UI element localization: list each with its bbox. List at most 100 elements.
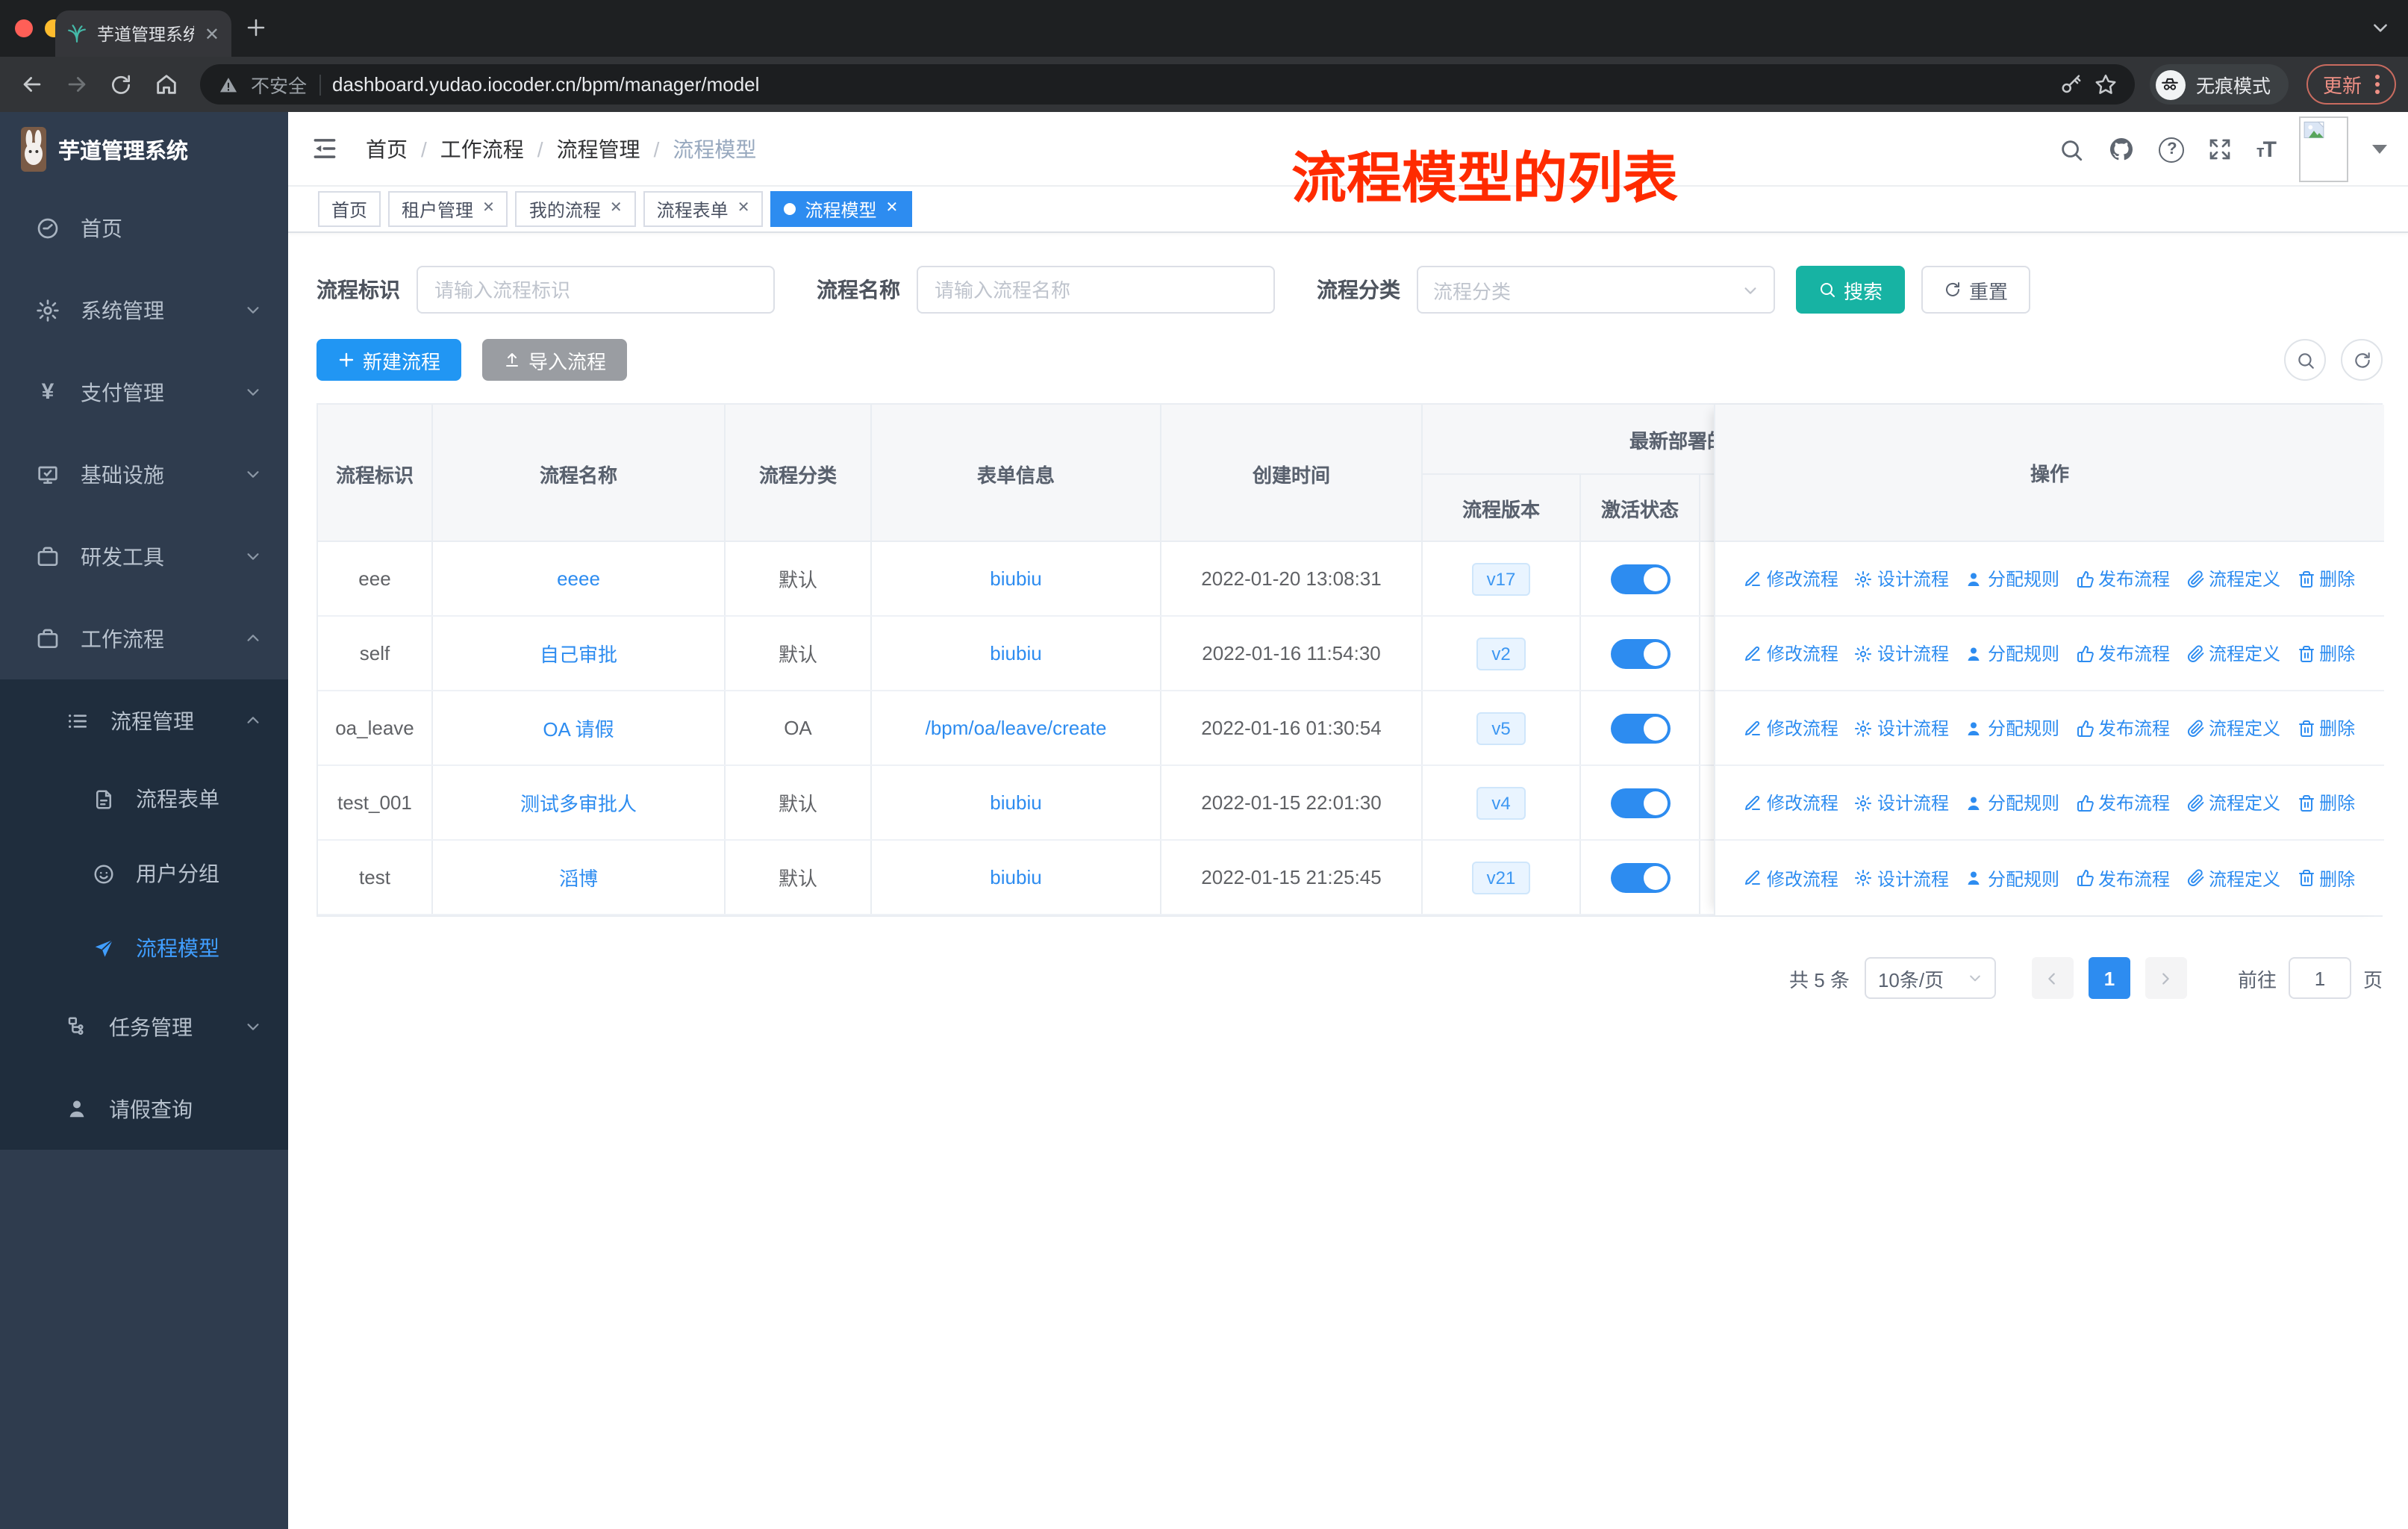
publish-process-link[interactable]: 发布流程 (2076, 865, 2170, 891)
tab-close-icon[interactable]: ✕ (205, 25, 219, 43)
process-definition-link[interactable]: 流程定义 (2186, 865, 2280, 891)
form-info-link[interactable]: biubiu (990, 791, 1041, 814)
sidebar-item-leave-query[interactable]: 请假查询 (0, 1068, 288, 1150)
tag-close-icon[interactable]: ✕ (737, 201, 750, 217)
bookmark-star-icon[interactable] (2094, 73, 2117, 96)
tabstrip-chevron-down-icon[interactable] (2371, 18, 2390, 37)
form-info-link[interactable]: biubiu (990, 642, 1041, 664)
prev-page-button[interactable] (2031, 957, 2074, 999)
edit-process-link[interactable]: 修改流程 (1744, 566, 1838, 591)
active-toggle[interactable] (1610, 564, 1670, 594)
publish-process-link[interactable]: 发布流程 (2076, 715, 2170, 741)
refresh-table-button[interactable] (2341, 339, 2383, 381)
breadcrumb-workflow[interactable]: 工作流程 (440, 134, 524, 164)
process-name-link[interactable]: 自己审批 (540, 639, 617, 667)
home-icon[interactable] (146, 65, 185, 104)
url-bar[interactable]: 不安全 dashboard.yudao.iocoder.cn/bpm/manag… (200, 64, 2135, 105)
tag-my-process[interactable]: 我的流程 ✕ (515, 191, 636, 227)
back-icon[interactable] (12, 65, 51, 104)
version-badge[interactable]: v17 (1471, 562, 1531, 595)
page-size-select[interactable]: 10条/页 (1864, 957, 1996, 999)
browser-tab[interactable]: 芋道管理系统 ✕ (55, 10, 231, 57)
active-toggle[interactable] (1610, 638, 1670, 668)
form-info-link[interactable]: biubiu (990, 567, 1041, 590)
search-icon[interactable] (2059, 137, 2085, 162)
update-button[interactable]: 更新 (2306, 64, 2396, 105)
version-badge[interactable]: v21 (1471, 861, 1531, 894)
form-info-link[interactable]: /bpm/oa/leave/create (926, 717, 1107, 739)
breadcrumb-process-mgmt[interactable]: 流程管理 (557, 134, 640, 164)
edit-process-link[interactable]: 修改流程 (1744, 865, 1838, 891)
sidebar-item-system[interactable]: 系统管理 (0, 269, 288, 351)
tag-close-icon[interactable]: ✕ (482, 201, 495, 217)
sidebar-item-task-mgmt[interactable]: 任务管理 (0, 985, 288, 1068)
active-toggle[interactable] (1610, 862, 1670, 892)
assign-rule-link[interactable]: 分配规则 (1965, 641, 2059, 666)
design-process-link[interactable]: 设计流程 (1855, 715, 1949, 741)
new-tab-button[interactable] (245, 16, 267, 39)
process-name-link[interactable]: eeee (557, 567, 600, 590)
font-size-icon[interactable]: тT (2256, 137, 2277, 162)
forward-icon[interactable] (57, 65, 96, 104)
process-name-link[interactable]: 测试多审批人 (520, 788, 637, 817)
avatar[interactable] (2299, 116, 2348, 182)
delete-process-link[interactable]: 删除 (2297, 790, 2355, 815)
sidebar-item-infra[interactable]: 基础设施 (0, 433, 288, 515)
design-process-link[interactable]: 设计流程 (1855, 641, 1949, 666)
breadcrumb-home[interactable]: 首页 (366, 134, 408, 164)
process-definition-link[interactable]: 流程定义 (2186, 715, 2280, 741)
active-toggle[interactable] (1610, 713, 1670, 743)
tag-close-icon[interactable]: ✕ (886, 201, 899, 217)
tag-tenant-mgmt[interactable]: 租户管理 ✕ (388, 191, 508, 227)
category-select[interactable]: 流程分类 (1417, 266, 1775, 314)
form-info-link[interactable]: biubiu (990, 866, 1041, 888)
fullscreen-icon[interactable] (2209, 137, 2233, 161)
edit-process-link[interactable]: 修改流程 (1744, 641, 1838, 666)
tag-process-model[interactable]: 流程模型 ✕ (770, 191, 912, 227)
design-process-link[interactable]: 设计流程 (1855, 865, 1949, 891)
browser-menu-dots-icon[interactable] (2375, 75, 2380, 94)
edit-process-link[interactable]: 修改流程 (1744, 715, 1838, 741)
process-definition-link[interactable]: 流程定义 (2186, 566, 2280, 591)
delete-process-link[interactable]: 删除 (2297, 715, 2355, 741)
import-process-button[interactable]: 导入流程 (482, 339, 628, 381)
active-toggle[interactable] (1610, 788, 1670, 818)
process-definition-link[interactable]: 流程定义 (2186, 790, 2280, 815)
design-process-link[interactable]: 设计流程 (1855, 566, 1949, 591)
collapse-sidebar-icon[interactable] (308, 132, 340, 165)
delete-process-link[interactable]: 删除 (2297, 566, 2355, 591)
sidebar-item-process-mgmt[interactable]: 流程管理 (0, 679, 288, 762)
sidebar-item-process-form[interactable]: 流程表单 (0, 762, 288, 836)
assign-rule-link[interactable]: 分配规则 (1965, 865, 2059, 891)
edit-process-link[interactable]: 修改流程 (1744, 790, 1838, 815)
hide-search-button[interactable] (2284, 339, 2326, 381)
process-name-input[interactable] (917, 266, 1275, 314)
assign-rule-link[interactable]: 分配规则 (1965, 566, 2059, 591)
tag-home[interactable]: 首页 (318, 191, 381, 227)
tag-process-form[interactable]: 流程表单 ✕ (643, 191, 764, 227)
delete-process-link[interactable]: 删除 (2297, 641, 2355, 666)
version-badge[interactable]: v2 (1476, 637, 1526, 670)
sidebar-item-user-group[interactable]: 用户分组 (0, 836, 288, 911)
sidebar-item-payment[interactable]: ¥ 支付管理 (0, 351, 288, 433)
assign-rule-link[interactable]: 分配规则 (1965, 790, 2059, 815)
sidebar-item-devtools[interactable]: 研发工具 (0, 515, 288, 597)
process-definition-link[interactable]: 流程定义 (2186, 641, 2280, 666)
publish-process-link[interactable]: 发布流程 (2076, 566, 2170, 591)
assign-rule-link[interactable]: 分配规则 (1965, 715, 2059, 741)
design-process-link[interactable]: 设计流程 (1855, 790, 1949, 815)
version-badge[interactable]: v5 (1476, 711, 1526, 744)
search-button[interactable]: 搜索 (1796, 266, 1906, 314)
sidebar-item-workflow[interactable]: 工作流程 (0, 597, 288, 679)
process-name-link[interactable]: 滔博 (559, 863, 598, 891)
goto-page-input[interactable] (2288, 957, 2351, 999)
delete-process-link[interactable]: 删除 (2297, 865, 2355, 891)
publish-process-link[interactable]: 发布流程 (2076, 790, 2170, 815)
reset-button[interactable]: 重置 (1921, 266, 2031, 314)
reload-icon[interactable] (102, 65, 140, 104)
github-icon[interactable] (2109, 136, 2136, 163)
page-number-button[interactable]: 1 (2088, 957, 2130, 999)
sidebar-item-process-model[interactable]: 流程模型 (0, 911, 288, 985)
version-badge[interactable]: v4 (1476, 786, 1526, 819)
help-icon[interactable]: ? (2159, 137, 2185, 162)
